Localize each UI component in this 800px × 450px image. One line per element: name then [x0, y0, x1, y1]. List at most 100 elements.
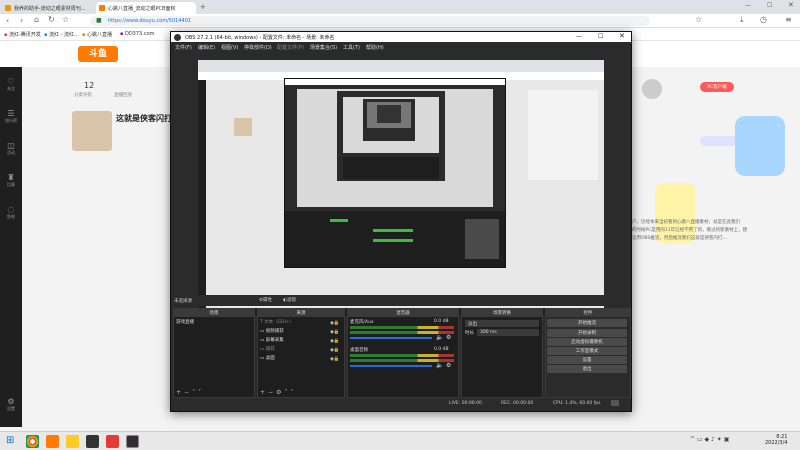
move-down-icon[interactable]: ˅ — [198, 389, 204, 396]
menu-docks[interactable]: 停靠部件(D) — [244, 44, 272, 51]
trophy-icon: ♜ — [7, 173, 15, 182]
new-tab-button[interactable]: + — [200, 3, 206, 11]
menu-profile[interactable]: 配置文件(P) — [277, 44, 304, 51]
app-icon[interactable] — [106, 435, 119, 448]
minimize-icon[interactable]: — — [745, 2, 751, 9]
address-bar[interactable]: ■ https://www.douyu.com/5014401 — [90, 16, 650, 26]
menu-help[interactable]: 帮助(H) — [366, 44, 384, 51]
properties-button[interactable]: ⚙属性 — [259, 297, 272, 303]
sidebar-item[interactable]: ◫ 活动 — [0, 141, 22, 156]
close-icon[interactable]: ✕ — [788, 1, 794, 9]
window-icon: ▭ — [260, 347, 265, 352]
tray-icons[interactable]: ^ ▭ ◆ ♪ ✦ ▣ — [690, 436, 729, 443]
browser-tab-active[interactable]: 心跳八直播_流动之眼PCB面积 — [96, 2, 196, 14]
sidebar-item[interactable]: ⚙ 设置 — [0, 397, 22, 412]
volume-slider[interactable] — [350, 337, 432, 339]
user-avatar[interactable] — [642, 79, 662, 99]
speaker-icon[interactable]: 🔈 — [436, 362, 443, 369]
menu-file[interactable]: 文件(F) — [175, 44, 192, 51]
list-icon: ☰ — [7, 109, 15, 118]
speaker-icon[interactable]: 🔈 — [436, 334, 443, 341]
sidebar-item[interactable]: ♡ 关注 — [0, 77, 22, 92]
bookmark-icon: ▪ — [44, 32, 48, 38]
eye-icon[interactable]: ◉🔒 — [330, 337, 340, 346]
bookmark-item[interactable]: ▪ 流红 - 流红… — [44, 31, 79, 38]
dock-title: 控件 — [546, 309, 630, 317]
remove-icon[interactable]: − — [184, 389, 192, 396]
menu-tools[interactable]: 工具(T) — [343, 44, 360, 51]
bookmark-item[interactable]: ▪ 流红-腾讯开发 — [4, 31, 41, 38]
app-icon[interactable] — [86, 435, 99, 448]
back-icon[interactable]: ‹ — [6, 16, 9, 25]
reload-icon[interactable]: ↻ — [48, 15, 55, 24]
exit-button[interactable]: 退出 — [547, 365, 627, 373]
app-icon[interactable] — [46, 435, 59, 448]
source-context-bar: 未选择源 ⚙属性 ◐滤镜 — [173, 295, 629, 306]
virtual-camera-button[interactable]: 启动虚拟摄像机 — [547, 338, 627, 346]
maximize-icon[interactable]: ☐ — [767, 2, 772, 9]
browser-tab[interactable]: 我养的助手-流动之眼素材周刊… — [2, 2, 94, 14]
eye-icon[interactable]: ◉🔒 — [330, 328, 340, 337]
monitor-icon: ▭ — [260, 338, 265, 343]
captured-right — [528, 90, 598, 180]
duration-input[interactable]: 300 ms — [477, 329, 539, 336]
promo-button[interactable] — [700, 136, 740, 146]
history-icon[interactable]: ◷ — [760, 15, 767, 24]
remove-icon[interactable]: − — [268, 389, 276, 396]
sidebar-item[interactable]: ◌ 鱼吧 — [0, 205, 22, 220]
home-icon[interactable]: ⌂ — [34, 15, 39, 24]
clock-date: 2022/3/4 — [765, 440, 788, 446]
menu-view[interactable]: 视图(V) — [221, 44, 238, 51]
pc-client-button[interactable]: PC客户端 — [700, 82, 734, 92]
duration-label: 时长 — [465, 331, 474, 336]
mixer-channel-name: 桌面音频 — [350, 348, 368, 353]
bookmark-item[interactable]: ▪ 心跳八直播 — [82, 31, 112, 38]
start-recording-button[interactable]: 开始录制 — [547, 329, 627, 337]
settings-button[interactable]: 设置 — [547, 356, 627, 364]
browser-toolbar: ‹ › ⌂ ↻ ☆ ■ https://www.douyu.com/501440… — [0, 14, 800, 28]
gear-icon[interactable]: ⚙ — [446, 362, 451, 369]
eye-icon[interactable]: ◉🔒 — [330, 319, 340, 328]
studio-mode-button[interactable]: 工作室模式 — [547, 347, 627, 355]
obs-taskbar-icon[interactable] — [126, 435, 139, 448]
windows-start-icon[interactable]: ⊞ — [6, 435, 14, 446]
eye-icon[interactable]: ◉🔒 — [330, 355, 340, 364]
dock-title: 混音器 — [348, 309, 458, 317]
nested-docks-2 — [343, 157, 439, 179]
gear-icon[interactable]: ⚙ — [446, 334, 451, 341]
site-logo[interactable]: 斗鱼 — [78, 46, 118, 62]
sidebar-item[interactable]: ♜ 比赛 — [0, 173, 22, 188]
move-down-icon[interactable]: ˅ — [290, 389, 296, 396]
menu-scene-collection[interactable]: 场景集合(S) — [310, 44, 337, 51]
maximize-icon[interactable]: ☐ — [598, 33, 603, 40]
streamer-avatar[interactable] — [72, 111, 112, 151]
sidebar-item[interactable]: ☰ 排行榜 — [0, 109, 22, 124]
resize-grip-icon[interactable] — [611, 400, 619, 406]
chrome-icon[interactable] — [26, 435, 39, 448]
nested-preview-2 — [343, 97, 439, 153]
scene-item[interactable]: 游戏直播 — [176, 319, 194, 326]
download-icon[interactable]: ⤓ — [740, 15, 744, 25]
stats-box: 12 分类导航 直播回放 — [70, 81, 170, 111]
nested-docks — [285, 211, 505, 267]
app-icon[interactable] — [66, 435, 79, 448]
forward-icon[interactable]: › — [20, 16, 23, 25]
add-icon[interactable]: + — [176, 389, 184, 396]
menu-edit[interactable]: 编辑(E) — [198, 44, 215, 51]
close-icon[interactable]: ✕ — [619, 32, 625, 40]
start-streaming-button[interactable]: 开始推流 — [547, 319, 627, 327]
clock[interactable]: 8:21 2022/3/4 — [765, 434, 787, 446]
transition-select[interactable]: 淡出 — [465, 320, 539, 327]
captured-sidebar — [198, 80, 206, 308]
menu-icon[interactable]: ≡ — [785, 15, 792, 24]
dock-title: 场景转换 — [462, 309, 542, 317]
add-icon[interactable]: + — [260, 389, 268, 396]
preview-canvas[interactable] — [198, 60, 604, 316]
filters-button[interactable]: ◐滤镜 — [283, 297, 296, 303]
eye-icon[interactable]: ◉🔒 — [330, 346, 340, 355]
minimize-icon[interactable]: — — [576, 33, 582, 40]
bookmark-star-icon[interactable]: ☆ — [62, 15, 69, 24]
extension-icon[interactable]: ☆ — [695, 15, 702, 24]
bookmark-item[interactable]: ▪ DD373.com — [120, 31, 155, 37]
volume-slider[interactable] — [350, 365, 432, 367]
